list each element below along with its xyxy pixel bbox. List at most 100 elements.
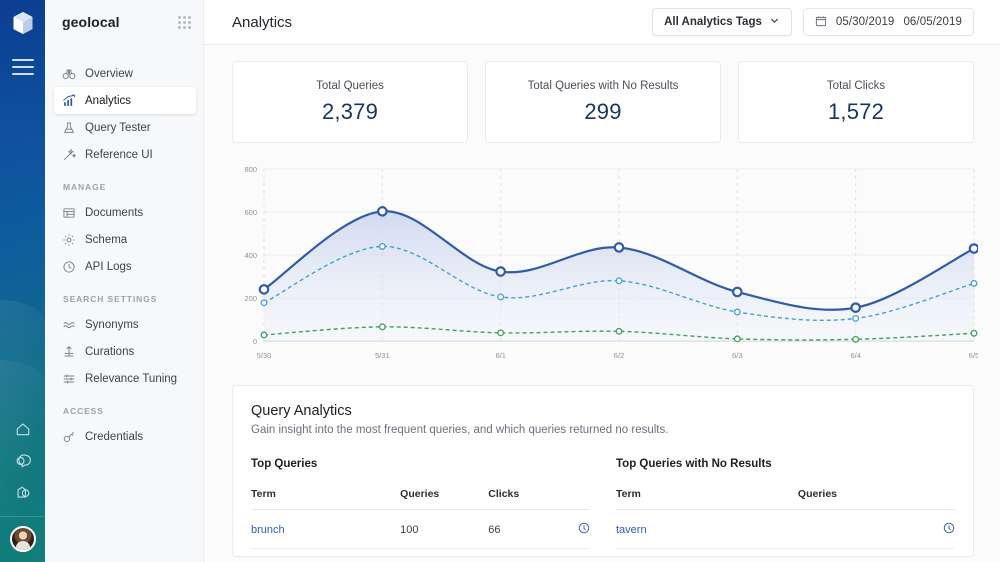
sidebar-item-label: Schema (85, 234, 127, 246)
svg-text:400: 400 (244, 251, 257, 260)
magic-wand-icon (62, 148, 76, 162)
stat-value: 1,572 (828, 99, 884, 125)
sidebar-group-label-manage: MANAGE (45, 168, 203, 199)
sidebar-item-schema[interactable]: Schema (54, 226, 196, 253)
top-queries-heading: Top Queries (251, 458, 590, 470)
svg-text:200: 200 (244, 294, 257, 303)
sidebar-item-curations[interactable]: Curations (54, 338, 196, 365)
analytics-tags-select[interactable]: All Analytics Tags (652, 8, 792, 36)
top-bar: Analytics All Analytics Tags (204, 0, 1000, 45)
sidebar-header: geolocal (45, 0, 203, 44)
sidebar-item-synonyms[interactable]: Synonyms (54, 311, 196, 338)
column-header-actions (576, 488, 590, 510)
waves-icon (62, 318, 76, 332)
column-header-queries: Queries (400, 488, 488, 510)
flask-icon (62, 121, 76, 135)
column-header-queries: Queries (798, 488, 905, 510)
info-circle-icon[interactable] (943, 522, 955, 537)
sidebar: geolocal Overview (45, 0, 204, 562)
sidebar-group-label-search-settings: SEARCH SETTINGS (45, 280, 203, 311)
sidebar-item-label: Reference UI (85, 149, 153, 161)
sidebar-item-credentials[interactable]: Credentials (54, 423, 196, 450)
top-queries-table: Term Queries Clicks brunch 100 66 (251, 488, 590, 549)
global-nav-rail (0, 0, 45, 562)
query-term-link[interactable]: tavern (616, 524, 647, 536)
info-circle-icon[interactable] (578, 522, 590, 537)
engine-name: geolocal (62, 14, 120, 30)
stat-label: Total Queries with No Results (528, 80, 679, 92)
date-range-start: 05/30/2019 (836, 16, 895, 28)
table-header-row: Term Queries (616, 488, 955, 510)
hamburger-menu-icon[interactable] (12, 59, 34, 75)
stat-value: 299 (584, 99, 621, 125)
sidebar-item-label: Query Tester (85, 122, 151, 134)
sidebar-item-label: Analytics (85, 95, 131, 107)
sidebar-item-overview[interactable]: Overview (54, 60, 196, 87)
main-content: Analytics All Analytics Tags (204, 0, 1000, 562)
binoculars-icon (62, 67, 76, 81)
sidebar-item-label: Synonyms (85, 319, 139, 331)
sidebar-item-query-tester[interactable]: Query Tester (54, 114, 196, 141)
stat-card-total-queries-no-results: Total Queries with No Results 299 (485, 61, 721, 143)
query-analytics-card: Query Analytics Gain insight into the mo… (232, 385, 974, 557)
svg-text:0: 0 (253, 337, 257, 346)
query-analytics-title: Query Analytics (251, 403, 955, 419)
svg-text:6/1: 6/1 (495, 351, 505, 360)
top-bar-actions: All Analytics Tags 05/30/2019 (652, 8, 974, 36)
sidebar-item-label: Relevance Tuning (85, 373, 177, 385)
sliders-icon (62, 372, 76, 386)
page-title: Analytics (232, 14, 292, 31)
avatar[interactable] (10, 526, 36, 552)
sidebar-nav: Overview Analytics (45, 44, 203, 450)
no-results-queries-section: Top Queries with No Results Term Queries… (616, 458, 955, 549)
no-results-table: Term Queries tavern (616, 488, 955, 549)
home-icon[interactable] (10, 416, 36, 442)
sidebar-item-relevance-tuning[interactable]: Relevance Tuning (54, 365, 196, 392)
app-grid-icon[interactable] (178, 16, 191, 29)
column-header-term: Term (616, 488, 798, 510)
calendar-icon (815, 15, 827, 30)
svg-text:6/4: 6/4 (850, 351, 860, 360)
sidebar-item-label: Curations (85, 346, 134, 358)
sidebar-item-api-logs[interactable]: API Logs (54, 253, 196, 280)
clock-icon (62, 260, 76, 274)
stat-label: Total Clicks (827, 80, 885, 92)
svg-text:5/30: 5/30 (257, 351, 272, 360)
sidebar-item-analytics[interactable]: Analytics (54, 87, 196, 114)
stat-card-total-queries: Total Queries 2,379 (232, 61, 468, 143)
chat-bubble-icon[interactable] (10, 448, 36, 474)
cube-logo-icon[interactable] (9, 9, 37, 37)
sidebar-item-documents[interactable]: Documents (54, 199, 196, 226)
query-analytics-columns: Top Queries Term Queries Clicks brunch 1… (251, 458, 955, 549)
analytics-chart: 02004006008005/305/316/16/26/36/46/5 (204, 143, 1000, 371)
chevron-down-icon (769, 15, 780, 29)
svg-text:5/31: 5/31 (375, 351, 390, 360)
date-range-picker[interactable]: 05/30/2019 06/05/2019 (803, 8, 974, 36)
sidebar-item-label: Overview (85, 68, 133, 80)
sidebar-item-label: Documents (85, 207, 143, 219)
gear-icon (62, 233, 76, 247)
column-header-term: Term (251, 488, 400, 510)
svg-text:6/2: 6/2 (614, 351, 624, 360)
table-header-row: Term Queries Clicks (251, 488, 590, 510)
svg-text:6/5: 6/5 (969, 351, 978, 360)
application-root: geolocal Overview (0, 0, 1000, 562)
table-row: brunch 100 66 (251, 510, 590, 549)
curations-icon (62, 345, 76, 359)
key-icon (62, 430, 76, 444)
sidebar-item-reference-ui[interactable]: Reference UI (54, 141, 196, 168)
svg-text:600: 600 (244, 208, 257, 217)
stat-label: Total Queries (316, 80, 384, 92)
sidebar-item-label: Credentials (85, 431, 143, 443)
app-switcher-icon[interactable] (10, 480, 36, 506)
svg-text:6/3: 6/3 (732, 351, 742, 360)
stat-cards: Total Queries 2,379 Total Queries with N… (204, 45, 1000, 143)
stat-card-total-clicks: Total Clicks 1,572 (738, 61, 974, 143)
sidebar-item-label: API Logs (85, 261, 132, 273)
query-term-link[interactable]: brunch (251, 524, 285, 536)
no-results-heading: Top Queries with No Results (616, 458, 955, 470)
analytics-chart-svg[interactable]: 02004006008005/305/316/16/26/36/46/5 (232, 159, 978, 371)
sidebar-group-label-access: ACCESS (45, 392, 203, 423)
cell-queries (798, 510, 905, 549)
query-analytics-subtitle: Gain insight into the most frequent quer… (251, 424, 955, 436)
